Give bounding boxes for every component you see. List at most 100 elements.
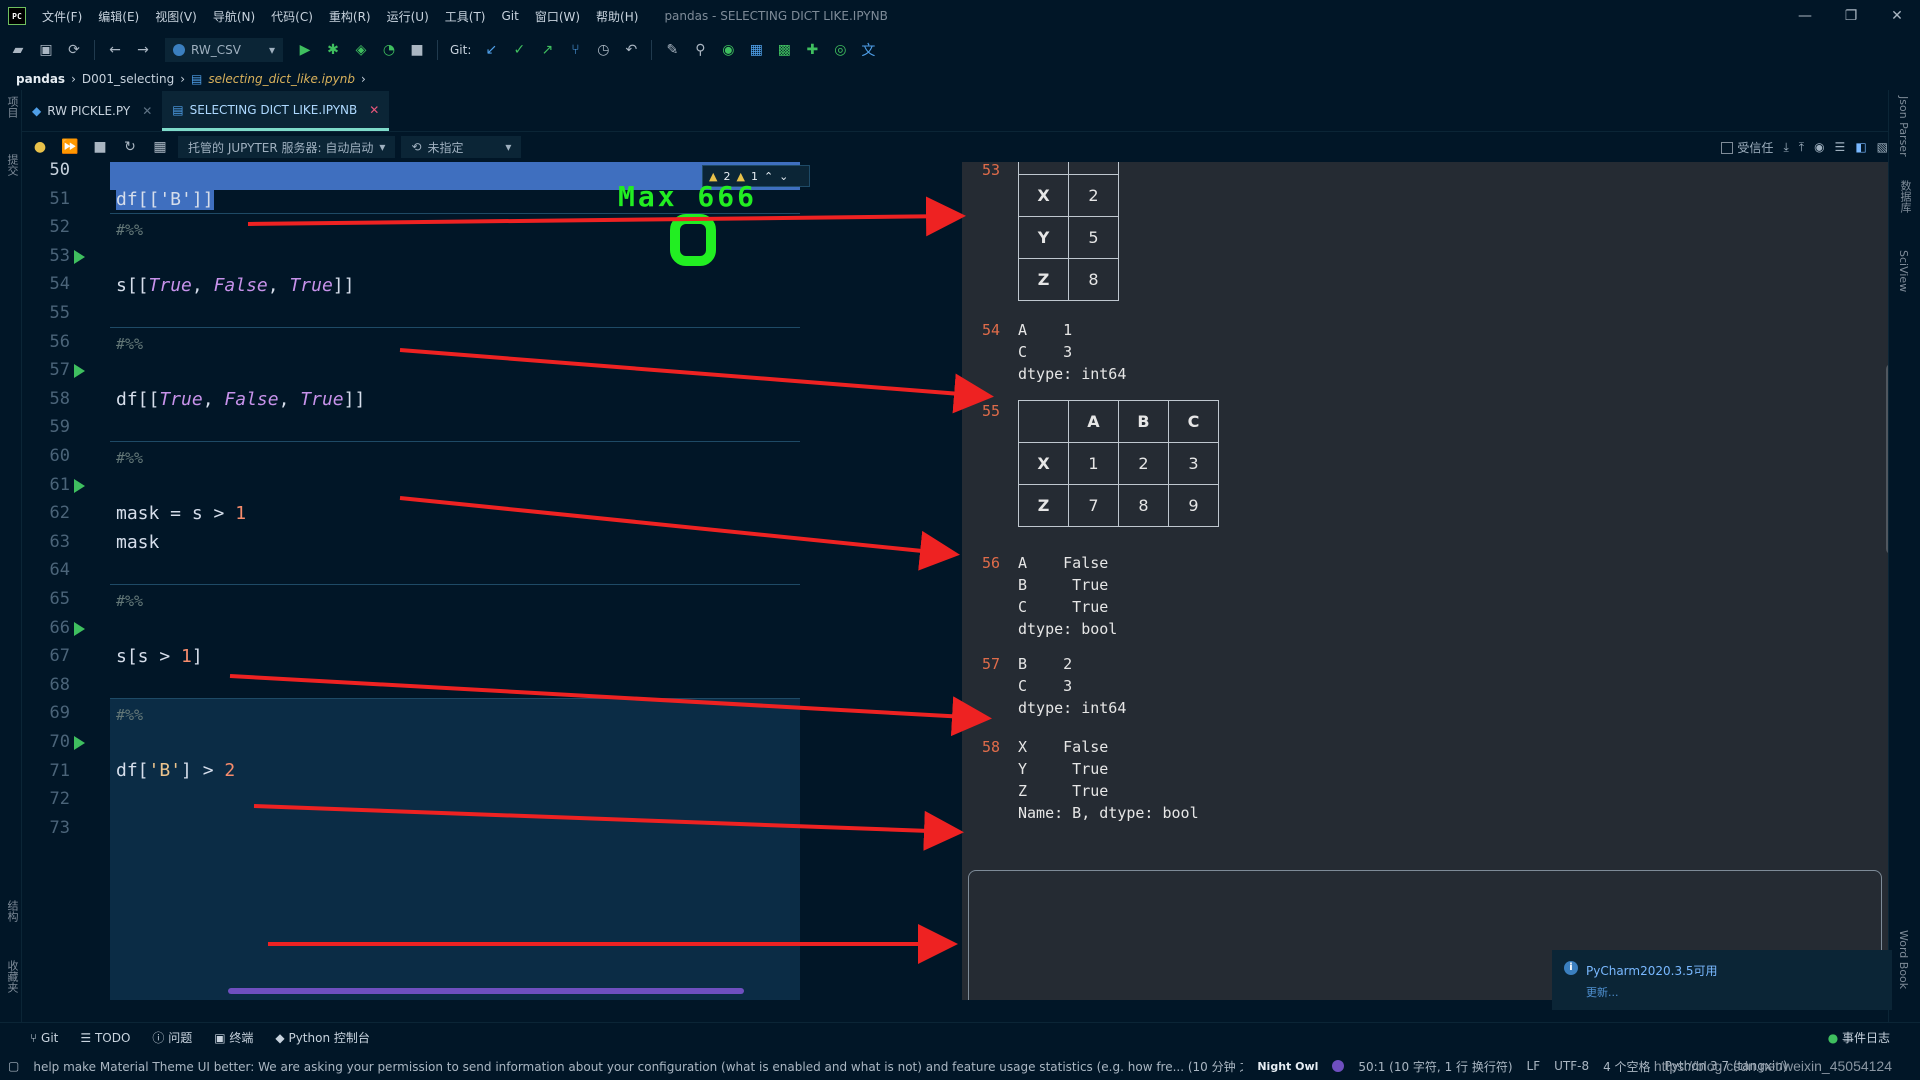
line-separator[interactable]: LF — [1527, 1059, 1541, 1073]
restore-icon[interactable]: ❐ — [1828, 8, 1874, 24]
translate-icon[interactable]: 文 — [856, 38, 880, 62]
search-icon[interactable]: ⚲ — [688, 38, 712, 62]
update-link[interactable]: 更新... — [1586, 984, 1619, 1000]
pycharm-logo-icon: PC — [8, 7, 26, 25]
git-branch-icon[interactable]: ⑂ — [563, 38, 587, 62]
run-cell-icon[interactable] — [74, 364, 85, 378]
menu-refactor[interactable]: 重构(R) — [321, 8, 379, 25]
git-commit-icon[interactable]: ✓ — [507, 38, 531, 62]
tab-selecting-dict-like[interactable]: ▤ SELECTING DICT LIKE.IPYNB ✕ — [162, 91, 390, 131]
run-cell-icon[interactable] — [74, 622, 85, 636]
menu-run[interactable]: 运行(U) — [379, 8, 437, 25]
variables-icon[interactable]: ▦ — [148, 135, 172, 159]
word-book-tool-button[interactable]: Word Book — [1897, 930, 1910, 989]
tab-close-icon[interactable]: ✕ — [369, 103, 379, 117]
chevron-up-icon[interactable]: ⌃ — [764, 170, 773, 183]
sync-icon[interactable]: ⟳ — [62, 38, 86, 62]
structure-tool-button[interactable]: 结构 — [4, 900, 20, 922]
run-config-select[interactable]: RW_CSV ▾ — [165, 38, 283, 62]
breadcrumb-file[interactable]: selecting_dict_like.ipynb — [208, 72, 355, 86]
close-icon[interactable]: ✕ — [1874, 8, 1920, 24]
forward-icon[interactable]: → — [131, 38, 155, 62]
line-number: 65 — [49, 589, 70, 609]
menu-edit[interactable]: 编辑(E) — [90, 8, 147, 25]
output-scrollbar[interactable] — [1886, 364, 1888, 554]
run-all-icon[interactable]: ⏩ — [58, 135, 82, 159]
tool-todo[interactable]: ☰ TODO — [80, 1031, 130, 1045]
notebook-output-preview[interactable]: 53 BX2Y5Z8 54 A 1 C 3 dtype: int64 55 AB… — [962, 162, 1888, 1000]
inspect-icon[interactable]: ◎ — [828, 38, 852, 62]
download-icon[interactable]: ⤓ — [1783, 140, 1788, 155]
lightbulb-icon[interactable]: ● — [28, 135, 52, 159]
git-push-icon[interactable]: ↗ — [535, 38, 559, 62]
settings-wrench-icon[interactable]: ✎ — [660, 38, 684, 62]
commit-tool-button[interactable]: 提交 — [4, 154, 20, 176]
code-area[interactable]: ▲ 2 ▲ 1 ⌃ ⌄ df[['B']] #%% s[[True, False, … — [110, 162, 810, 1000]
breadcrumb-project[interactable]: pandas — [16, 72, 65, 86]
theme-name[interactable]: Night Owl — [1257, 1060, 1318, 1073]
debug-icon[interactable]: ✱ — [321, 38, 345, 62]
caret-position[interactable]: 50:1 (10 字符, 1 行 换行符) — [1358, 1058, 1512, 1075]
status-message[interactable]: help make Material Theme UI better: We a… — [33, 1058, 1243, 1075]
editor-horizontal-scrollbar[interactable] — [228, 988, 744, 994]
history-icon[interactable]: ◷ — [591, 38, 615, 62]
run-cell-icon[interactable] — [74, 479, 85, 493]
run-cell-icon[interactable] — [74, 736, 85, 750]
profile-icon[interactable]: ◔ — [377, 38, 401, 62]
restart-kernel-icon[interactable]: ↻ — [118, 135, 142, 159]
project-tool-button[interactable]: 项目 — [4, 96, 20, 118]
json-parser-tool-button[interactable]: Json Parser — [1897, 96, 1910, 157]
menu-file[interactable]: 文件(F) — [34, 8, 90, 25]
breadcrumb-folder[interactable]: D001_selecting — [82, 72, 174, 86]
menu-code[interactable]: 代码(C) — [263, 8, 321, 25]
rollback-icon[interactable]: ↶ — [619, 38, 643, 62]
indent-setting[interactable]: 4 个空格 — [1603, 1058, 1650, 1075]
menu-git[interactable]: Git — [493, 9, 526, 23]
jupyter-server-select[interactable]: 托管的 JUPYTER 服务器: 自动启动 ▾ — [178, 136, 396, 158]
chevron-down-icon[interactable]: ⌄ — [779, 170, 788, 183]
tab-rw-pickle[interactable]: ◆ RW PICKLE.PY ✕ — [22, 91, 162, 131]
structure-icon[interactable]: ▦ — [744, 38, 768, 62]
update-notification[interactable]: i PyCharm2020.3.5可用 更新... — [1552, 950, 1892, 1010]
favorites-tool-button[interactable]: 收藏夹 — [4, 960, 20, 993]
line-number: 55 — [49, 303, 70, 323]
line-number: 52 — [49, 217, 70, 237]
tool-python-console[interactable]: ◆ Python 控制台 — [275, 1029, 369, 1046]
sciview-tool-button[interactable]: SciView — [1897, 250, 1910, 292]
run-icon[interactable]: ▶ — [293, 38, 317, 62]
run-cell-icon[interactable] — [74, 250, 85, 264]
find-usages-icon[interactable]: ◉ — [716, 38, 740, 62]
preview-only-icon[interactable]: ▧ — [1877, 140, 1888, 154]
split-view-icon[interactable]: ◧ — [1855, 140, 1866, 154]
minimize-icon[interactable]: — — [1782, 8, 1828, 24]
git-update-icon[interactable]: ↙ — [479, 38, 503, 62]
upload-icon[interactable]: ⤒ — [1799, 140, 1804, 155]
database-tool-button[interactable]: 数据库 — [1897, 180, 1913, 213]
event-log-button[interactable]: ● 事件日志 — [1828, 1029, 1890, 1046]
kernel-select[interactable]: ⟲ 未指定 ▾ — [401, 136, 522, 158]
tool-terminal[interactable]: ▣ 终端 — [214, 1029, 253, 1046]
back-icon[interactable]: ← — [103, 38, 127, 62]
open-folder-icon[interactable]: ▰ — [6, 38, 30, 62]
tab-close-icon[interactable]: ✕ — [142, 104, 152, 118]
coverage-icon[interactable]: ◈ — [349, 38, 373, 62]
row-label: X — [1018, 442, 1069, 485]
file-encoding[interactable]: UTF-8 — [1554, 1059, 1589, 1073]
trusted-checkbox[interactable]: 受信任 — [1721, 139, 1773, 156]
menu-tools[interactable]: 工具(T) — [437, 8, 494, 25]
menu-navigate[interactable]: 导航(N) — [205, 8, 263, 25]
menu-view[interactable]: 视图(V) — [147, 8, 205, 25]
save-icon[interactable]: ▣ — [34, 38, 58, 62]
tool-git[interactable]: ⑂ Git — [30, 1031, 58, 1045]
diagram-icon[interactable]: ▩ — [772, 38, 796, 62]
editor-only-icon[interactable]: ☰ — [1835, 140, 1846, 154]
eye-icon[interactable]: ◉ — [1814, 140, 1824, 154]
menu-help[interactable]: 帮助(H) — [588, 8, 646, 25]
interrupt-kernel-icon[interactable]: ■ — [88, 135, 112, 159]
code-editor[interactable]: 50 51 52 53 54 55 56 57 58 59 60 61 62 63 64 65 66 67 68 69… — [22, 162, 812, 1000]
row-label: Y — [1018, 216, 1069, 259]
plugins-icon[interactable]: ✚ — [800, 38, 824, 62]
menu-window[interactable]: 窗口(W) — [527, 8, 588, 25]
stop-icon[interactable]: ■ — [405, 38, 429, 62]
tool-problems[interactable]: ⓘ 问题 — [152, 1029, 192, 1046]
